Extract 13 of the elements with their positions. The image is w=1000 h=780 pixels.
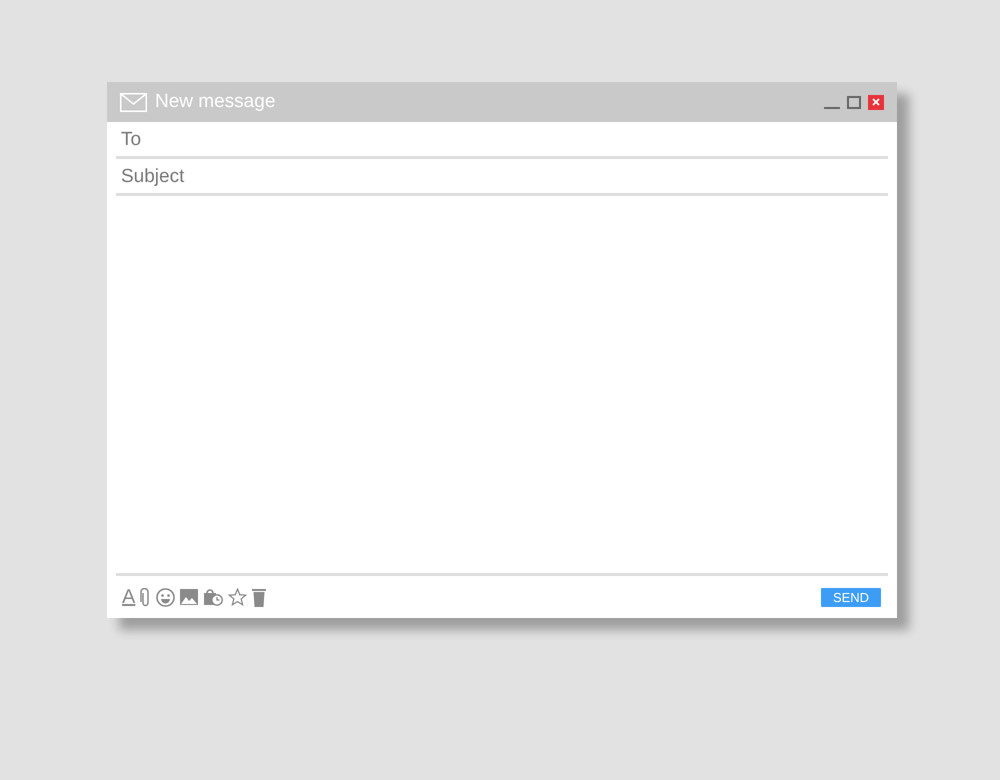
bag-clock-icon[interactable] xyxy=(203,588,224,606)
send-button[interactable]: SEND xyxy=(821,588,881,606)
smiley-icon[interactable] xyxy=(156,588,176,606)
paperclip-icon[interactable] xyxy=(140,588,152,606)
close-icon xyxy=(872,98,880,106)
envelope-icon xyxy=(120,92,147,112)
star-icon[interactable] xyxy=(228,588,248,606)
image-icon[interactable] xyxy=(180,589,198,605)
input-field[interactable]: To xyxy=(116,122,888,159)
trash-icon[interactable] xyxy=(252,588,266,606)
text-format-icon[interactable]: A xyxy=(122,587,136,607)
maximize-button[interactable] xyxy=(847,96,861,108)
close-button[interactable] xyxy=(868,94,884,110)
